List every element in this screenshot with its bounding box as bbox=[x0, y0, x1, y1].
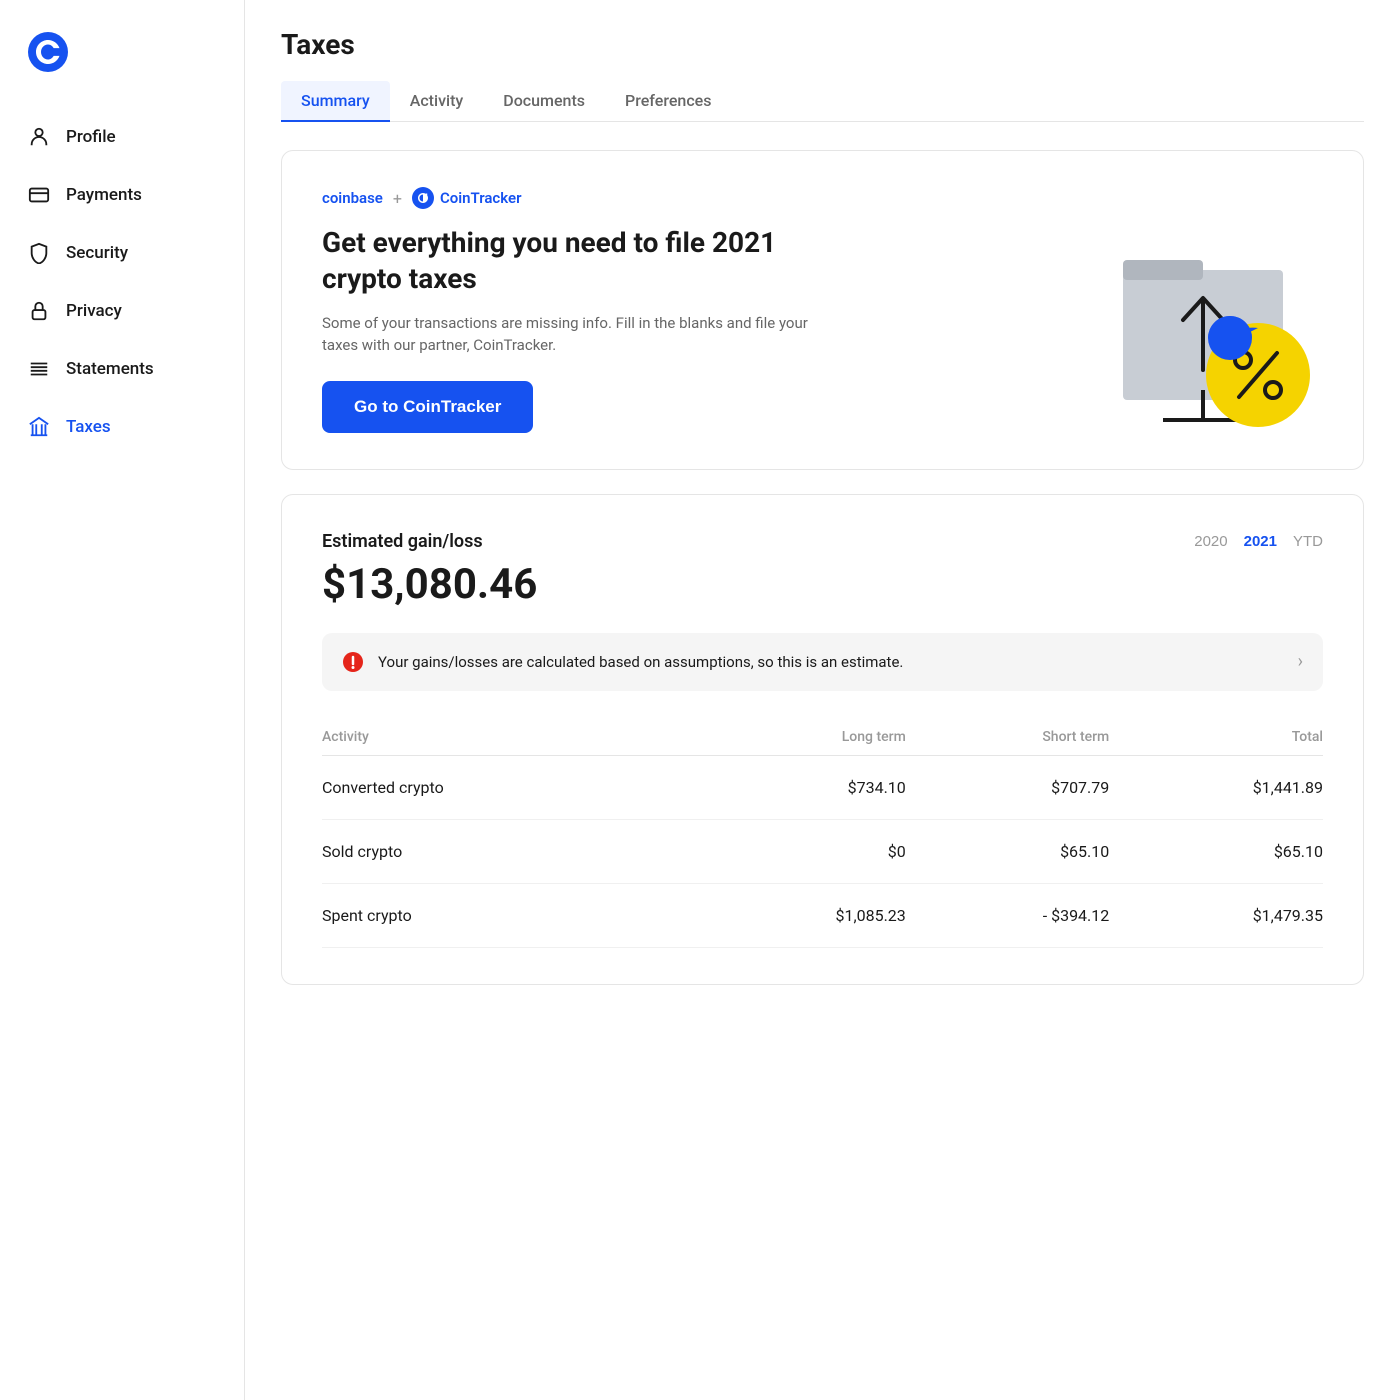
sidebar-item-profile[interactable]: Profile bbox=[0, 108, 244, 166]
list-icon bbox=[28, 358, 50, 380]
shield-icon bbox=[28, 242, 50, 264]
sidebar-item-statements[interactable]: Statements bbox=[0, 340, 244, 398]
chevron-right-icon: › bbox=[1298, 651, 1303, 672]
sidebar-label-payments: Payments bbox=[66, 185, 142, 205]
tab-activity[interactable]: Activity bbox=[390, 81, 484, 122]
warning-icon bbox=[342, 651, 364, 673]
tab-documents[interactable]: Documents bbox=[483, 81, 605, 122]
sidebar-item-taxes[interactable]: Taxes bbox=[0, 398, 244, 456]
col-long-term: Long term bbox=[692, 719, 906, 756]
year-ytd-button[interactable]: YTD bbox=[1293, 533, 1323, 550]
sidebar: Profile Payments Securi bbox=[0, 0, 245, 1400]
promo-title: Get everything you need to file 2021 cry… bbox=[322, 225, 842, 298]
col-short-term: Short term bbox=[906, 719, 1109, 756]
cell-activity: Sold crypto bbox=[322, 819, 692, 883]
sidebar-label-statements: Statements bbox=[66, 359, 154, 379]
activity-table: Activity Long term Short term Total Conv… bbox=[322, 719, 1323, 948]
tab-summary[interactable]: Summary bbox=[281, 81, 390, 122]
lock-icon bbox=[28, 300, 50, 322]
cointracker-name: CoinTracker bbox=[440, 189, 522, 207]
cell-activity: Spent crypto bbox=[322, 883, 692, 947]
gain-header: Estimated gain/loss 2020 2021 YTD bbox=[322, 531, 1323, 552]
sidebar-item-security[interactable]: Security bbox=[0, 224, 244, 282]
cell-long-term: $1,085.23 bbox=[692, 883, 906, 947]
sidebar-label-taxes: Taxes bbox=[66, 417, 111, 437]
page-title: Taxes bbox=[281, 28, 1364, 61]
table-row: Sold crypto $0 $65.10 $65.10 bbox=[322, 819, 1323, 883]
table-row: Spent crypto $1,085.23 - $394.12 $1,479.… bbox=[322, 883, 1323, 947]
cell-short-term: $65.10 bbox=[906, 819, 1109, 883]
sidebar-nav: Profile Payments Securi bbox=[0, 108, 244, 456]
sidebar-label-security: Security bbox=[66, 243, 128, 263]
go-to-cointracker-button[interactable]: Go to CoinTracker bbox=[322, 381, 533, 433]
tax-illustration-svg bbox=[1063, 210, 1323, 430]
promo-illustration bbox=[1063, 210, 1323, 410]
col-total: Total bbox=[1109, 719, 1323, 756]
promo-description: Some of your transactions are missing in… bbox=[322, 312, 842, 357]
coinbase-brand: coinbase bbox=[322, 189, 383, 207]
sidebar-item-privacy[interactable]: Privacy bbox=[0, 282, 244, 340]
gain-loss-amount: $13,080.46 bbox=[322, 560, 1323, 609]
cell-long-term: $734.10 bbox=[692, 755, 906, 819]
sidebar-item-payments[interactable]: Payments bbox=[0, 166, 244, 224]
coinbase-logo bbox=[28, 32, 68, 72]
cointracker-brand: CoinTracker bbox=[412, 187, 522, 209]
cell-short-term: $707.79 bbox=[906, 755, 1109, 819]
year-selector: 2020 2021 YTD bbox=[1194, 533, 1323, 550]
tab-preferences[interactable]: Preferences bbox=[605, 81, 731, 122]
table-header-row: Activity Long term Short term Total bbox=[322, 719, 1323, 756]
plus-sign: + bbox=[393, 189, 402, 208]
cell-total: $1,441.89 bbox=[1109, 755, 1323, 819]
gain-loss-title: Estimated gain/loss bbox=[322, 531, 483, 552]
promo-content: coinbase + CoinTracker Get everything yo… bbox=[322, 187, 842, 433]
warning-message: Your gains/losses are calculated based o… bbox=[378, 653, 1284, 671]
gain-loss-card: Estimated gain/loss 2020 2021 YTD $13,08… bbox=[281, 494, 1364, 985]
col-activity: Activity bbox=[322, 719, 692, 756]
bank-icon bbox=[28, 416, 50, 438]
cell-activity: Converted crypto bbox=[322, 755, 692, 819]
sidebar-label-privacy: Privacy bbox=[66, 301, 122, 321]
year-2020-button[interactable]: 2020 bbox=[1194, 533, 1227, 550]
cointracker-icon bbox=[412, 187, 434, 209]
promo-card: coinbase + CoinTracker Get everything yo… bbox=[281, 150, 1364, 470]
logo bbox=[0, 24, 244, 108]
sidebar-label-profile: Profile bbox=[66, 127, 116, 147]
person-icon bbox=[28, 126, 50, 148]
cell-short-term: - $394.12 bbox=[906, 883, 1109, 947]
table-row: Converted crypto $734.10 $707.79 $1,441.… bbox=[322, 755, 1323, 819]
card-icon bbox=[28, 184, 50, 206]
warning-banner[interactable]: Your gains/losses are calculated based o… bbox=[322, 633, 1323, 691]
cell-long-term: $0 bbox=[692, 819, 906, 883]
tabs-bar: Summary Activity Documents Preferences bbox=[281, 81, 1364, 122]
cell-total: $1,479.35 bbox=[1109, 883, 1323, 947]
year-2021-button[interactable]: 2021 bbox=[1244, 533, 1277, 550]
main-content: Taxes Summary Activity Documents Prefere… bbox=[245, 0, 1400, 1400]
cell-total: $65.10 bbox=[1109, 819, 1323, 883]
promo-logos: coinbase + CoinTracker bbox=[322, 187, 842, 209]
